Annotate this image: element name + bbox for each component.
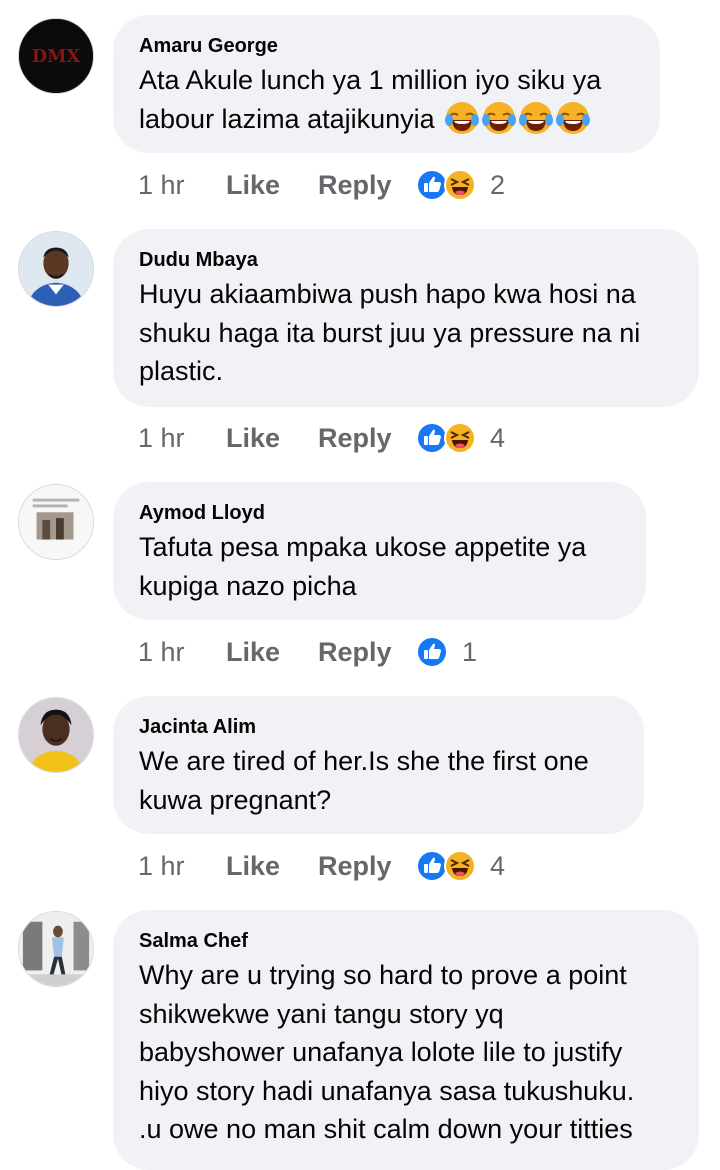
avatar[interactable]	[18, 231, 94, 307]
comment-line: .u owe no man shit calm down your tittie…	[139, 1114, 633, 1144]
comment-bubble: Salma Chef Why are u trying so hard to p…	[113, 910, 699, 1170]
reply-button[interactable]: Reply	[318, 851, 416, 882]
man-in-suit-avatar-icon	[19, 232, 93, 306]
joy-emoji-icon	[519, 101, 554, 135]
avatar[interactable]	[18, 697, 94, 773]
logo-avatar-icon: DMX	[19, 19, 93, 93]
comment-bubble: Amaru George Ata Akule lunch ya 1 millio…	[113, 15, 660, 153]
reaction-count: 4	[490, 422, 506, 453]
comment-line: shikwekwe yani tangu story yq	[139, 998, 504, 1029]
comment-text: Ata Akule lunch ya 1 million iyo siku ya…	[139, 61, 634, 138]
comment-author[interactable]: Dudu Mbaya	[139, 248, 673, 272]
comment-actions: 1 hr Like Reply 4	[138, 418, 505, 458]
reaction-count: 1	[462, 636, 478, 667]
comment-line: shuku haga ita burst juu ya pressure na …	[139, 317, 641, 348]
screenshot-avatar-icon	[19, 485, 93, 559]
comment-actions: 1 hr Like Reply 1	[138, 632, 477, 672]
comment-author[interactable]: Amaru George	[139, 34, 634, 58]
comment-line: labour lazima atajikunyia	[139, 103, 435, 134]
comment-actions: 1 hr Like Reply 4	[138, 846, 505, 886]
comment-line: hiyo story hadi unafanya sasa tukushuku.	[139, 1075, 635, 1106]
comment-author[interactable]: Aymod Lloyd	[139, 501, 620, 525]
comment-line: babyshower unafanya lolote lile to justi…	[139, 1037, 623, 1067]
haha-reaction-icon	[444, 169, 476, 201]
comment-author[interactable]: Salma Chef	[139, 929, 673, 953]
comment-line: Why are u trying so hard to prove a poin…	[139, 960, 627, 990]
comment-line-with-emoji: labour lazima atajikunyia	[139, 100, 634, 139]
comment-bubble: Dudu Mbaya Huyu akiaambiwa push hapo kwa…	[113, 229, 699, 407]
comment-line: Tafuta pesa mpaka ukose appetite ya	[139, 532, 587, 562]
comment-bubble: Aymod Lloyd Tafuta pesa mpaka ukose appe…	[113, 482, 646, 620]
reply-button[interactable]: Reply	[318, 637, 416, 668]
comment-bubble: Jacinta Alim We are tired of her.Is she …	[113, 696, 644, 834]
comment-text: Tafuta pesa mpaka ukose appetite ya kupi…	[139, 528, 620, 605]
reaction-summary[interactable]: 1	[416, 636, 477, 668]
haha-reaction-icon	[444, 422, 476, 454]
avatar[interactable]: DMX	[18, 18, 94, 94]
svg-text:DMX: DMX	[32, 47, 81, 67]
comment-line: Ata Akule lunch ya 1 million iyo siku ya	[139, 65, 602, 95]
comment-text: Huyu akiaambiwa push hapo kwa hosi na sh…	[139, 275, 673, 391]
like-button[interactable]: Like	[226, 851, 318, 882]
avatar[interactable]	[18, 911, 94, 987]
comment-time[interactable]: 1 hr	[138, 851, 226, 882]
reaction-summary[interactable]: 4	[416, 850, 505, 882]
reply-button[interactable]: Reply	[318, 170, 416, 201]
joy-emoji-icon	[556, 101, 591, 135]
like-button[interactable]: Like	[226, 170, 318, 201]
comment-time[interactable]: 1 hr	[138, 423, 226, 454]
like-reaction-icon	[416, 636, 448, 668]
comment-line: Huyu akiaambiwa push hapo kwa hosi na	[139, 279, 636, 309]
joy-emoji-icon	[482, 101, 517, 135]
like-button[interactable]: Like	[226, 637, 318, 668]
reaction-count: 4	[490, 850, 506, 881]
reaction-count: 2	[490, 169, 506, 200]
comment-time[interactable]: 1 hr	[138, 170, 226, 201]
comment-text: Why are u trying so hard to prove a poin…	[139, 956, 673, 1149]
comment-actions: 1 hr Like Reply 2	[138, 165, 505, 205]
comment-text: We are tired of her.Is she the first one…	[139, 742, 618, 819]
comment-author[interactable]: Jacinta Alim	[139, 715, 618, 739]
woman-standing-avatar-icon	[19, 912, 93, 986]
comment-time[interactable]: 1 hr	[138, 637, 226, 668]
avatar[interactable]	[18, 484, 94, 560]
joy-emoji-icon	[445, 101, 480, 135]
reaction-summary[interactable]: 2	[416, 169, 505, 201]
haha-reaction-icon	[444, 850, 476, 882]
woman-avatar-icon	[19, 698, 93, 772]
like-button[interactable]: Like	[226, 423, 318, 454]
reply-button[interactable]: Reply	[318, 423, 416, 454]
comment-line: kupiga nazo picha	[139, 570, 357, 601]
comment-line: kuwa pregnant?	[139, 784, 332, 815]
comment-line: We are tired of her.Is she the first one	[139, 746, 589, 776]
reaction-summary[interactable]: 4	[416, 422, 505, 454]
comment-line: plastic.	[139, 356, 224, 386]
